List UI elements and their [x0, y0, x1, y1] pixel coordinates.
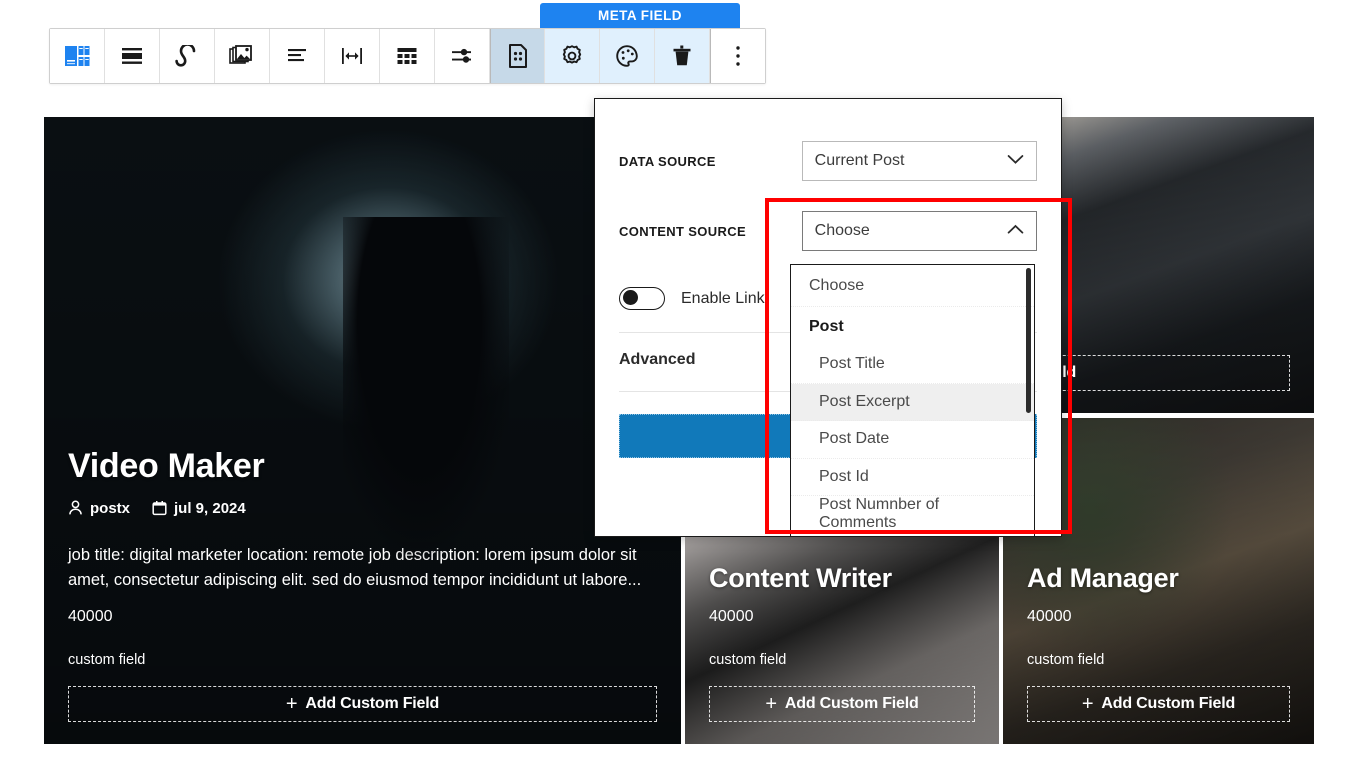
add-custom-field-button[interactable]: + Add Custom Field	[68, 686, 657, 722]
resize-width-icon	[339, 45, 365, 67]
toolbar-button-more-options[interactable]	[710, 29, 765, 83]
gear-icon	[559, 43, 585, 69]
dropdown-scrollbar[interactable]	[1026, 268, 1031, 413]
toolbar-button-gallery[interactable]	[215, 29, 270, 83]
toolbar-button-delete[interactable]	[655, 29, 710, 83]
dropdown-option-post-excerpt[interactable]: Post Excerpt	[791, 384, 1034, 422]
content-source-label: CONTENT SOURCE	[619, 224, 802, 239]
custom-field-value: 40000	[1027, 608, 1290, 626]
change-block-type-icon	[120, 45, 144, 67]
calendar-icon	[152, 500, 167, 516]
dropdown-option-post-number-of-comments[interactable]: Post Numnber of Comments	[791, 496, 1034, 534]
block-layout-icon	[64, 44, 90, 68]
data-source-row: DATA SOURCE Current Post	[595, 141, 1061, 181]
sliders-icon	[449, 45, 475, 67]
chevron-down-icon	[1007, 152, 1024, 170]
card-content: Ad Manager 40000 custom field + Add Cust…	[1003, 564, 1314, 744]
toolbar-button-style[interactable]	[600, 29, 655, 83]
post-title: Ad Manager	[1027, 564, 1290, 594]
post-author-label: postx	[90, 500, 130, 517]
toolbar-button-width[interactable]	[325, 29, 380, 83]
meta-field-icon	[506, 43, 530, 69]
toolbar-button-layout-columns[interactable]	[380, 29, 435, 83]
data-source-value: Current Post	[815, 152, 905, 170]
author-icon	[68, 500, 83, 516]
post-title: Content Writer	[709, 564, 975, 594]
content-source-dropdown[interactable]: Choose Post Post Title Post Excerpt Post…	[790, 264, 1035, 537]
data-source-select[interactable]: Current Post	[802, 141, 1037, 181]
post-date-label: jul 9, 2024	[174, 500, 246, 517]
custom-field-label: custom field	[68, 652, 657, 668]
post-date: jul 9, 2024	[152, 500, 246, 517]
add-custom-field-button[interactable]: + Add Custom Field	[1027, 686, 1290, 722]
trash-icon	[671, 43, 693, 69]
enable-link-label: Enable Link	[681, 290, 765, 308]
link-icon	[173, 45, 201, 67]
palette-icon	[614, 43, 640, 69]
content-source-row: CONTENT SOURCE Choose	[595, 211, 1061, 251]
plus-icon: +	[286, 694, 297, 714]
custom-field-value: 40000	[709, 608, 975, 626]
toolbar-button-link[interactable]	[160, 29, 215, 83]
custom-field-label: custom field	[709, 652, 975, 668]
toolbar-button-meta-field[interactable]	[490, 29, 545, 83]
enable-link-toggle[interactable]	[619, 287, 665, 310]
card-content: Content Writer 40000 custom field + Add …	[685, 564, 999, 744]
data-source-label: DATA SOURCE	[619, 154, 802, 169]
add-custom-field-label: Add Custom Field	[305, 695, 439, 713]
post-title: Video Maker	[68, 448, 657, 485]
toggle-knob	[623, 290, 638, 305]
block-type-badge-label: META FIELD	[598, 8, 682, 23]
block-toolbar	[49, 28, 766, 84]
content-source-select[interactable]: Choose	[802, 211, 1037, 251]
post-meta: postx jul 9, 2024	[68, 500, 657, 517]
more-options-icon	[734, 43, 742, 69]
post-card-video-maker[interactable]: Video Maker postx	[44, 117, 681, 744]
dropdown-group-post: Post	[791, 307, 1034, 346]
add-custom-field-button[interactable]: + Add Custom Field	[709, 686, 975, 722]
align-text-icon	[285, 45, 309, 67]
card-content: Video Maker postx	[44, 448, 681, 744]
block-type-badge: META FIELD	[540, 3, 740, 28]
content-source-value: Choose	[815, 222, 870, 240]
dropdown-option-choose[interactable]: Choose	[791, 265, 1034, 307]
add-custom-field-label: Add Custom Field	[785, 695, 919, 713]
post-author: postx	[68, 500, 130, 517]
toolbar-button-block-layout[interactable]	[50, 29, 105, 83]
toolbar-button-settings[interactable]	[545, 29, 600, 83]
dropdown-option-post-date[interactable]: Post Date	[791, 421, 1034, 459]
add-custom-field-label: Add Custom Field	[1101, 695, 1235, 713]
custom-field-label: custom field	[1027, 652, 1290, 668]
custom-field-value: 40000	[68, 608, 657, 626]
meta-field-settings-panel: DATA SOURCE Current Post CONTENT SOURCE …	[594, 98, 1062, 537]
toolbar-button-align-text[interactable]	[270, 29, 325, 83]
plus-icon: +	[765, 694, 776, 714]
chevron-up-icon	[1007, 222, 1024, 240]
toolbar-button-sliders[interactable]	[435, 29, 490, 83]
post-excerpt: job title: digital marketer location: re…	[68, 543, 657, 594]
gallery-icon	[229, 44, 255, 68]
layout-columns-icon	[395, 45, 419, 67]
editor-canvas: META FIELD	[0, 0, 1369, 759]
plus-icon: +	[1082, 694, 1093, 714]
toolbar-button-change-block-type[interactable]	[105, 29, 160, 83]
dropdown-option-post-title[interactable]: Post Title	[791, 346, 1034, 384]
dropdown-option-post-id[interactable]: Post Id	[791, 459, 1034, 497]
